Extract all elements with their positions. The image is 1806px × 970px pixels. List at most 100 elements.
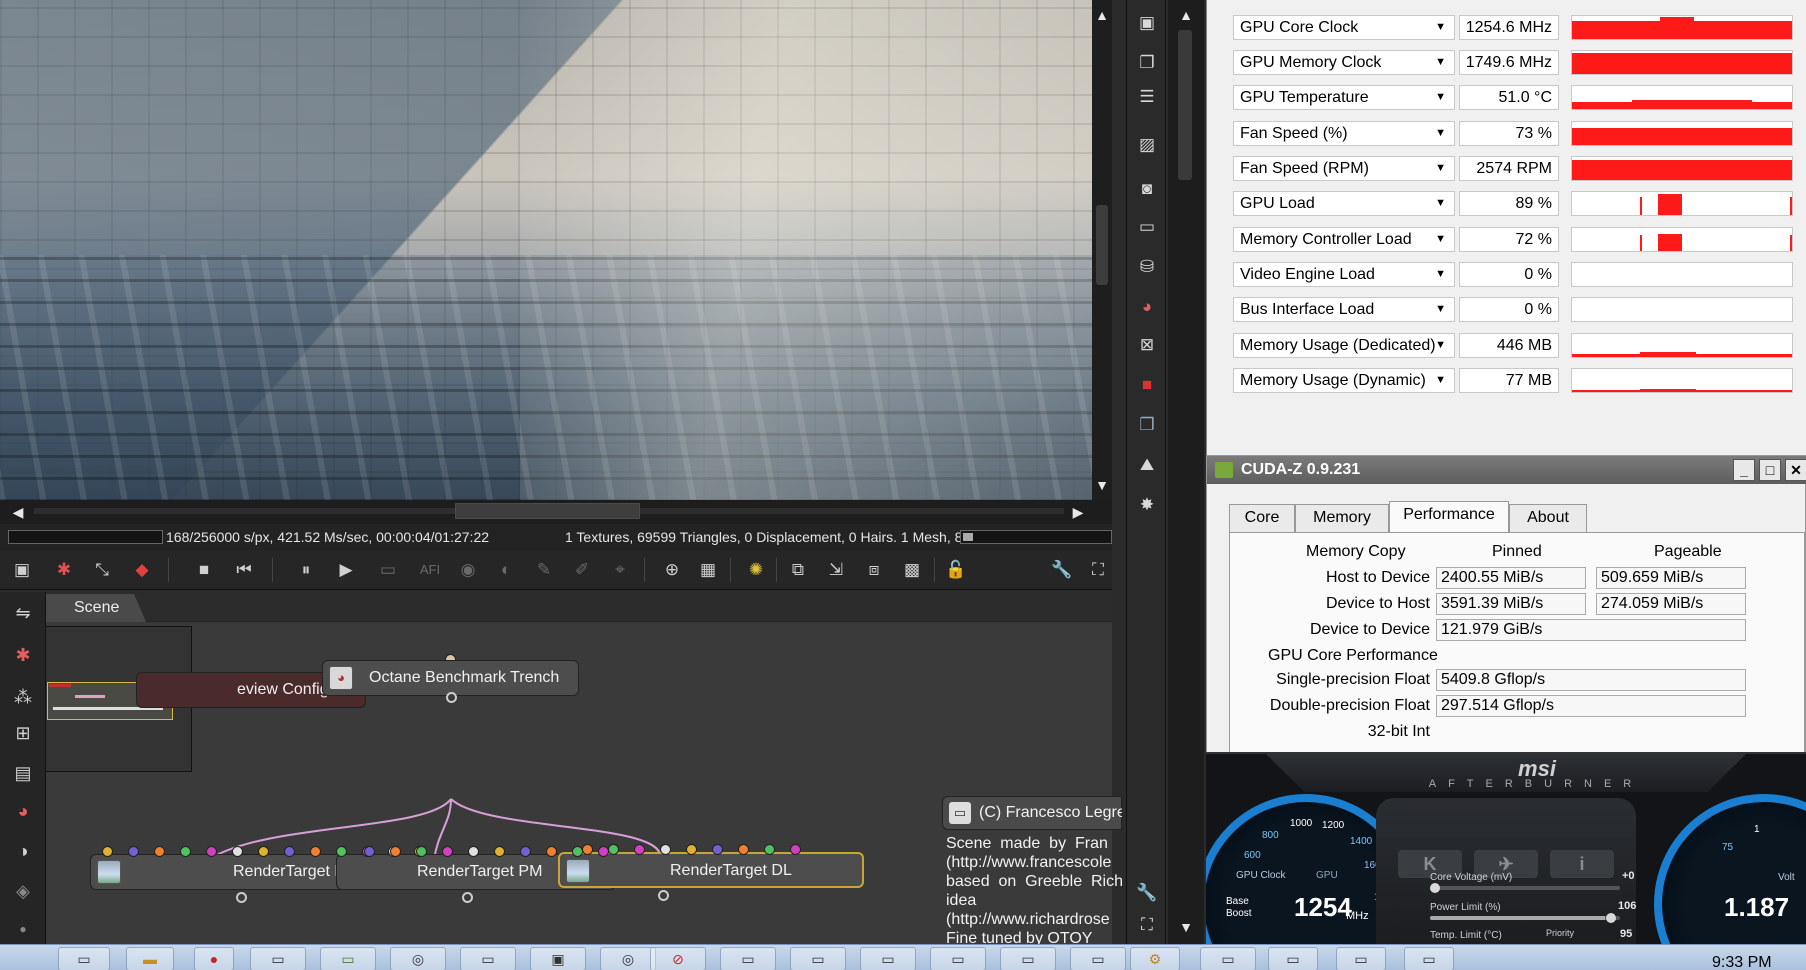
layout-icon[interactable]: ⊞ xyxy=(10,720,36,746)
scroll-right-arrow-icon[interactable]: ▶ xyxy=(1070,505,1086,519)
taskbar-item[interactable]: ▭ xyxy=(1000,947,1056,970)
image-icon[interactable]: ▤ xyxy=(10,760,36,786)
sensor-name[interactable]: Bus Interface Load ▼ xyxy=(1233,297,1455,322)
checker-icon[interactable]: ▩ xyxy=(900,558,924,582)
scroll-left-arrow-icon[interactable]: ◀ xyxy=(10,505,26,519)
node-input-pin[interactable] xyxy=(546,846,557,857)
node-input-pin[interactable] xyxy=(206,846,217,857)
taskbar-item[interactable]: ▭ xyxy=(1268,947,1318,970)
taskbar-item[interactable]: ▭ xyxy=(930,947,986,970)
scroll-up-arrow-icon[interactable]: ▲ xyxy=(1178,8,1194,22)
sensor-name[interactable]: GPU Load ▼ xyxy=(1233,191,1455,216)
copy-icon[interactable]: ⧉ xyxy=(786,558,810,582)
monitor-icon[interactable]: ▭ xyxy=(376,558,400,582)
paint-icon[interactable]: ✎ xyxy=(532,558,556,582)
fullscreen-icon[interactable]: ⛶ xyxy=(1086,558,1110,582)
render-viewport[interactable] xyxy=(0,0,1100,502)
sensor-name[interactable]: Memory Controller Load ▼ xyxy=(1233,227,1455,252)
taskbar-item[interactable]: ▣ xyxy=(530,947,586,970)
paint-tool-icon[interactable]: ✐ xyxy=(570,558,594,582)
stack-icon[interactable]: ❒ xyxy=(1134,412,1160,438)
restart-icon[interactable]: ⏮ xyxy=(232,558,256,582)
scroll-down-arrow-icon[interactable]: ▼ xyxy=(1178,920,1194,934)
node-input-pin[interactable] xyxy=(258,846,269,857)
viewport-horizontal-scrollbar[interactable]: ◀ ▶ xyxy=(0,500,1112,524)
wrench-icon[interactable]: 🔧 xyxy=(1050,558,1074,582)
node-input-pin[interactable] xyxy=(154,846,165,857)
comment-node[interactable]: ▭ (C) Francesco Legren Scene made by Fra… xyxy=(942,796,1122,946)
node-input-pin[interactable] xyxy=(364,846,375,857)
taskbar-item[interactable]: ▭ xyxy=(250,947,306,970)
red-cube-icon[interactable]: ■ xyxy=(1134,372,1160,398)
star-icon[interactable]: ✸ xyxy=(1134,492,1160,518)
scroll-down-arrow-icon[interactable]: ▼ xyxy=(1094,478,1110,492)
output-pin[interactable] xyxy=(446,692,457,703)
gear-icon[interactable]: ⚙ xyxy=(1130,947,1180,970)
browser-icon[interactable]: ● xyxy=(194,947,234,970)
node-input-pin[interactable] xyxy=(520,846,531,857)
sensor-name[interactable]: GPU Temperature ▼ xyxy=(1233,85,1455,110)
refresh-icon[interactable]: ✱ xyxy=(52,558,76,582)
database-icon[interactable]: ⛁ xyxy=(1134,254,1160,280)
arrange-icon[interactable]: ⁂ xyxy=(10,684,36,710)
viewport-vscroll-thumb[interactable] xyxy=(1096,205,1108,285)
output-pin[interactable] xyxy=(462,892,473,903)
pause-icon[interactable]: ⏸ xyxy=(294,558,318,582)
wrench-icon[interactable]: 🔧 xyxy=(1134,880,1160,906)
cudaz-titlebar[interactable]: CUDA-Z 0.9.231 _ □ ✕ xyxy=(1207,456,1806,484)
taskbar-item[interactable]: ⊘ xyxy=(650,947,706,970)
display-icon[interactable]: ▭ xyxy=(1134,214,1160,240)
sphere-icon[interactable]: ◐ xyxy=(494,558,518,582)
taskbar-item[interactable]: ▭ xyxy=(790,947,846,970)
node-input-pin[interactable] xyxy=(608,844,619,855)
octane-benchmark-trench-node[interactable]: ◕ Octane Benchmark Trench xyxy=(322,660,579,696)
taskbar-item[interactable]: ▭ xyxy=(720,947,776,970)
minimize-button[interactable]: _ xyxy=(1733,459,1755,481)
taskbar-item[interactable]: ▭ xyxy=(1336,947,1386,970)
scroll-up-arrow-icon[interactable]: ▲ xyxy=(1094,8,1110,22)
output-pin[interactable] xyxy=(236,892,247,903)
node-input-pin[interactable] xyxy=(180,846,191,857)
hscroll-thumb[interactable] xyxy=(455,503,640,519)
sensor-name[interactable]: Video Engine Load ▼ xyxy=(1233,262,1455,287)
maximize-button[interactable]: □ xyxy=(1759,459,1781,481)
node-input-pin[interactable] xyxy=(416,846,427,857)
grid-icon[interactable]: ⊠ xyxy=(1134,332,1160,358)
stop-icon[interactable]: ■ xyxy=(192,558,216,582)
camera-tool-icon[interactable]: ◙ xyxy=(1134,176,1160,202)
render-region-icon[interactable]: ▣ xyxy=(1134,10,1160,36)
taskbar-item[interactable]: ▭ xyxy=(58,947,110,970)
output-pin[interactable] xyxy=(658,890,669,901)
sensor-name[interactable]: Fan Speed (RPM) ▼ xyxy=(1233,156,1455,181)
close-button[interactable]: ✕ xyxy=(1785,459,1806,481)
node-input-pin[interactable] xyxy=(310,846,321,857)
node-input-pin[interactable] xyxy=(494,846,505,857)
right-scrollbar[interactable]: ▲ ▼ xyxy=(1168,0,1204,944)
focus-icon[interactable]: ⌖ xyxy=(608,558,632,582)
right-scroll-thumb[interactable] xyxy=(1178,30,1192,180)
material-ball-icon[interactable]: ◕ xyxy=(1134,294,1160,320)
mountain-icon[interactable]: ⛰ xyxy=(1134,452,1160,478)
power-limit-slider[interactable] xyxy=(1430,913,1620,923)
taskbar-item[interactable]: ▭ xyxy=(460,947,516,970)
recenter-icon[interactable]: ⇋ xyxy=(10,600,36,626)
node-input-pin[interactable] xyxy=(284,846,295,857)
dot-icon[interactable]: ● xyxy=(10,916,36,942)
node-input-pin[interactable] xyxy=(738,844,749,855)
world-icon[interactable]: ⊕ xyxy=(660,558,684,582)
core-voltage-slider[interactable] xyxy=(1430,883,1620,893)
node-input-pin[interactable] xyxy=(686,844,697,855)
node-input-pin[interactable] xyxy=(468,846,479,857)
info-button[interactable]: i xyxy=(1550,850,1614,878)
fullscreen-icon[interactable]: ⛶ xyxy=(1134,912,1160,938)
node-input-pin[interactable] xyxy=(712,844,723,855)
node-input-pin[interactable] xyxy=(442,846,453,857)
lock-icon[interactable]: 🔓 xyxy=(944,558,968,582)
sparkle-icon[interactable]: ✺ xyxy=(744,558,768,582)
taskbar-item[interactable]: ▭ xyxy=(1070,947,1126,970)
taskbar-item[interactable]: ▭ xyxy=(1404,947,1454,970)
node-input-pin[interactable] xyxy=(128,846,139,857)
taskbar-item[interactable]: ▭ xyxy=(860,947,916,970)
layers-panel-icon[interactable]: ☰ xyxy=(1134,84,1160,110)
color-wheel-icon[interactable]: ◉ xyxy=(456,558,480,582)
